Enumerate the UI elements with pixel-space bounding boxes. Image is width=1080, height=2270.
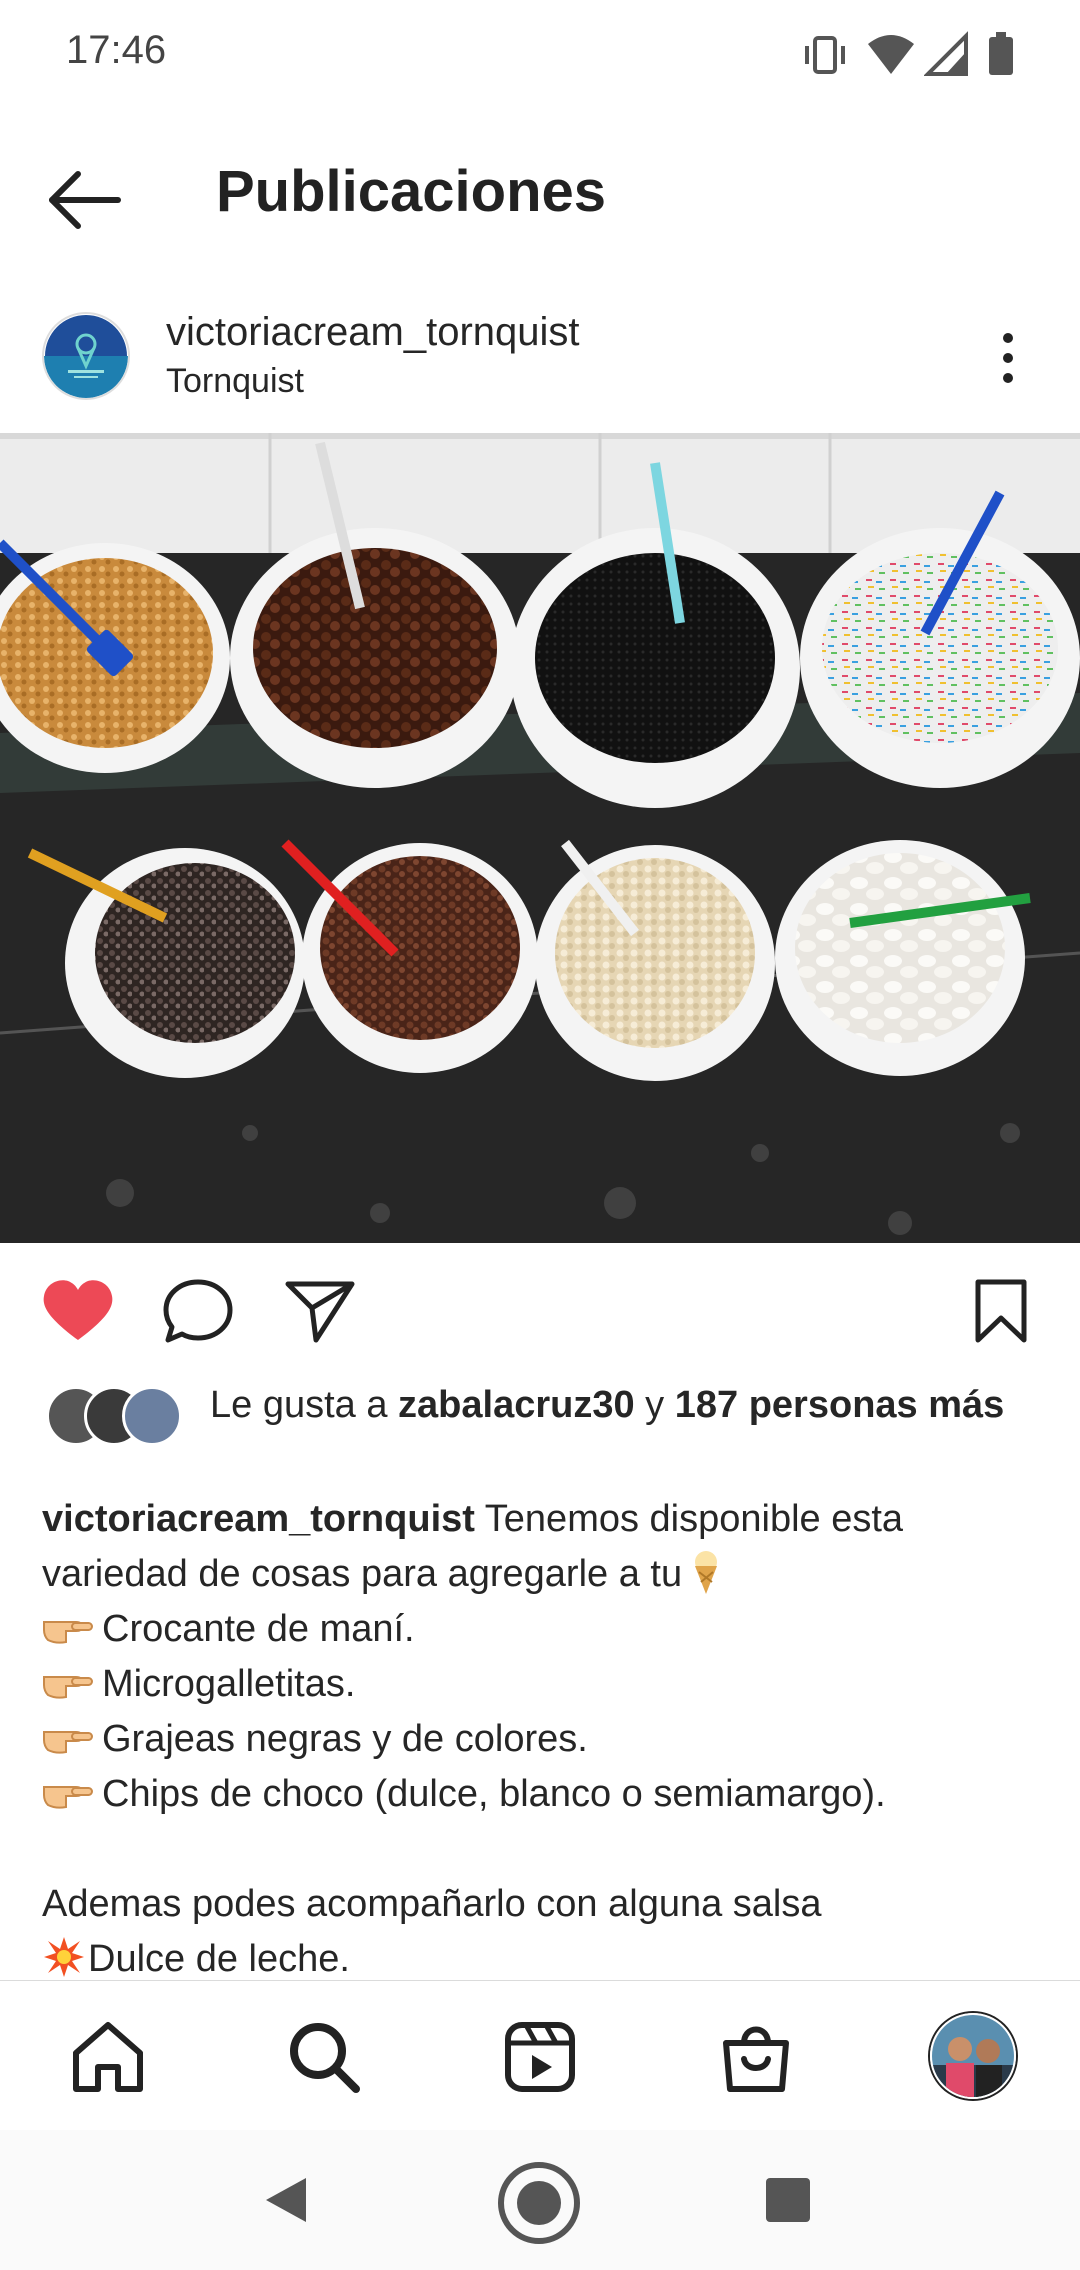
post-location[interactable]: Tornquist <box>166 362 304 401</box>
post-author-avatar[interactable] <box>42 312 130 400</box>
likes-others[interactable]: 187 personas más <box>675 1384 1005 1426</box>
status-bar: 17:46 <box>0 0 1080 110</box>
signal-icon <box>924 31 968 76</box>
caption-item: Crocante de maní. <box>102 1608 415 1650</box>
likes-user[interactable]: zabalacruz30 <box>398 1384 635 1426</box>
post-username[interactable]: victoriacream_tornquist <box>166 310 580 355</box>
caption-text: Dulce de leche. <box>88 1938 350 1980</box>
caption-text: Tenemos disponible esta <box>474 1498 904 1540</box>
bottom-nav <box>0 1980 1080 2131</box>
profile-avatar <box>932 2015 1014 2097</box>
reels-icon <box>505 2022 575 2092</box>
nav-search[interactable] <box>284 2017 364 2097</box>
search-icon <box>290 2023 360 2093</box>
nav-shop[interactable] <box>716 2017 796 2097</box>
system-home-icon[interactable] <box>496 2160 582 2246</box>
system-nav-bar <box>0 2130 1080 2270</box>
arrow-left-icon <box>49 171 121 229</box>
status-time: 17:46 <box>66 28 167 72</box>
vibrate-icon <box>805 36 845 74</box>
caption-item: Grajeas negras y de colores. <box>102 1718 588 1760</box>
caption-username[interactable]: victoriacream_tornquist <box>42 1498 475 1540</box>
page-title: Publicaciones <box>216 159 607 224</box>
post-photo[interactable] <box>0 433 1080 1243</box>
back-button[interactable] <box>36 160 136 240</box>
more-options-button[interactable] <box>990 328 1026 388</box>
caption-text: variedad de cosas para agregarle a tu <box>42 1553 683 1595</box>
system-back-icon[interactable] <box>258 2172 314 2228</box>
save-button[interactable] <box>968 1276 1034 1346</box>
battery-icon <box>989 32 1013 75</box>
caption-item: Microgalletitas. <box>102 1663 356 1705</box>
paper-plane-icon <box>285 1281 355 1343</box>
share-button[interactable] <box>282 1276 358 1346</box>
pointing-hand-icon <box>43 1621 93 1644</box>
collision-spark-icon <box>44 1937 84 1977</box>
brand-logo-icon <box>44 315 128 398</box>
comment-button[interactable] <box>160 1276 236 1346</box>
pointing-hand-icon <box>43 1731 93 1754</box>
heart-filled-icon <box>43 1280 113 1340</box>
system-recents-icon[interactable] <box>764 2176 812 2224</box>
ice-cream-icon <box>695 1551 718 1594</box>
likes-summary[interactable]: Le gusta a zabalacruz30 y 187 personas m… <box>210 1380 1010 1430</box>
post-caption: victoriacream_tornquist Tenemos disponib… <box>42 1492 1042 1987</box>
vertical-dots-icon <box>1003 333 1013 383</box>
toppings-bowls-image <box>0 433 1080 1243</box>
wifi-icon <box>868 35 914 74</box>
pointing-hand-icon <box>43 1676 93 1699</box>
likes-connector: y <box>634 1384 675 1426</box>
nav-home[interactable] <box>68 2017 148 2097</box>
nav-reels[interactable] <box>500 2017 580 2097</box>
caption-item: Chips de choco (dulce, blanco o semiamar… <box>102 1773 886 1815</box>
liker-avatars[interactable] <box>46 1386 186 1446</box>
home-icon <box>73 2022 143 2092</box>
likes-prefix: Le gusta a <box>210 1384 399 1426</box>
like-button[interactable] <box>40 1276 116 1346</box>
nav-profile[interactable] <box>930 2013 1016 2099</box>
shop-icon <box>723 2026 789 2092</box>
bookmark-icon <box>975 1279 1027 1343</box>
pointing-hand-icon <box>43 1786 93 1809</box>
speech-bubble-icon <box>163 1279 233 1343</box>
caption-text: Ademas podes acompañarlo con alguna sals… <box>42 1883 822 1925</box>
liker-avatar <box>122 1386 182 1446</box>
